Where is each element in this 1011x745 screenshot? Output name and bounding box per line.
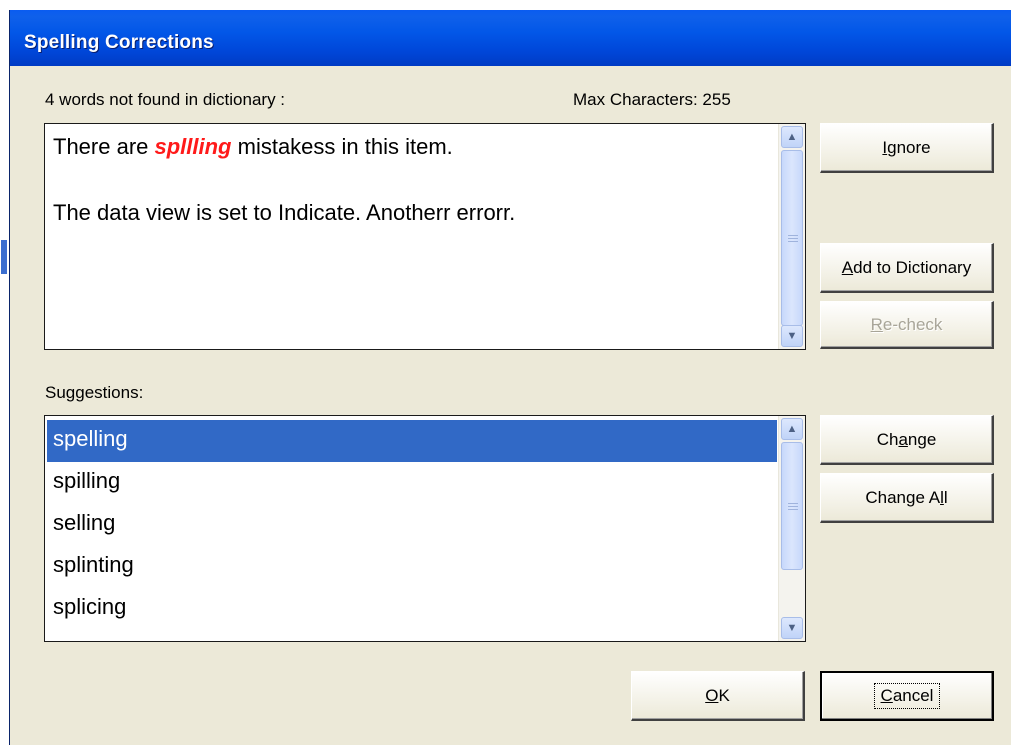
scroll-up-arrow-icon[interactable]: ▲: [781, 418, 803, 440]
suggestion-item[interactable]: splinting: [47, 546, 777, 588]
scroll-grip-line: [788, 238, 798, 239]
change-all-button[interactable]: Change All: [820, 473, 994, 523]
suggestion-item[interactable]: selling: [47, 504, 777, 546]
suggestion-text: selling: [53, 510, 116, 535]
ignore-label: Ignore: [882, 137, 931, 157]
add-to-dictionary-button[interactable]: Add to Dictionary: [820, 243, 994, 293]
cancel-button[interactable]: Cancel: [820, 671, 994, 721]
title-bar[interactable]: Spelling Corrections: [10, 10, 1011, 66]
scroll-up-arrow-icon[interactable]: ▲: [781, 126, 803, 148]
scroll-down-arrow-icon[interactable]: ▼: [781, 617, 803, 639]
suggestion-text: spelling: [53, 426, 128, 451]
scroll-grip-icon: [788, 235, 798, 236]
recheck-label: Re-check: [870, 314, 943, 334]
change-button[interactable]: Change: [820, 415, 994, 465]
suggestions-label: Suggestions:: [45, 383, 144, 402]
suggestions-scrollbar[interactable]: ▲ ▼: [778, 416, 805, 641]
scroll-thumb[interactable]: [781, 442, 803, 570]
suggestion-text: spilling: [53, 468, 121, 493]
suggestion-item[interactable]: spilling: [47, 462, 777, 504]
item-text-after-word: mistakess in this item.: [231, 134, 453, 159]
scroll-grip-line: [788, 241, 798, 242]
recheck-button[interactable]: Re-check: [820, 301, 994, 349]
scroll-grip-line: [788, 509, 798, 510]
spelling-corrections-dialog: Spelling Corrections 4 words not found i…: [9, 10, 1011, 745]
suggestions-listbox[interactable]: spelling spilling selling splinting spli…: [44, 415, 806, 642]
cancel-label: Cancel: [873, 683, 941, 709]
scroll-down-arrow-icon[interactable]: ▼: [781, 325, 803, 347]
suggestion-text: splicing: [53, 594, 127, 619]
suggestion-text: splinting: [53, 552, 134, 577]
change-all-label: Change All: [865, 487, 948, 507]
scroll-thumb[interactable]: [781, 150, 803, 326]
item-text-scrollbar[interactable]: ▲ ▼: [778, 124, 805, 349]
window-title: Spelling Corrections: [24, 32, 214, 53]
item-text-before-word: There are: [53, 134, 155, 159]
item-text-line-1: There are spllling mistakess in this ite…: [53, 134, 453, 160]
change-label: Change: [876, 429, 937, 449]
misspelled-word[interactable]: spllling: [155, 134, 232, 159]
item-text-line-2: The data view is set to Indicate. Anothe…: [53, 200, 516, 225]
ok-button[interactable]: OK: [631, 671, 805, 721]
not-found-count-label: 4 words not found in dictionary :: [45, 90, 286, 109]
ignore-button[interactable]: Ignore: [820, 123, 994, 173]
scroll-grip-icon: [788, 503, 798, 504]
scroll-grip-line: [788, 506, 798, 507]
suggestion-item[interactable]: spelling: [47, 420, 777, 462]
ok-label: OK: [705, 685, 730, 705]
max-characters-label: Max Characters: 255: [573, 90, 731, 109]
suggestion-item[interactable]: splicing: [47, 588, 777, 630]
item-text-box[interactable]: There are spllling mistakess in this ite…: [44, 123, 806, 350]
backdrop-window-edge: [1, 240, 7, 274]
add-to-dictionary-label: Add to Dictionary: [841, 257, 972, 277]
